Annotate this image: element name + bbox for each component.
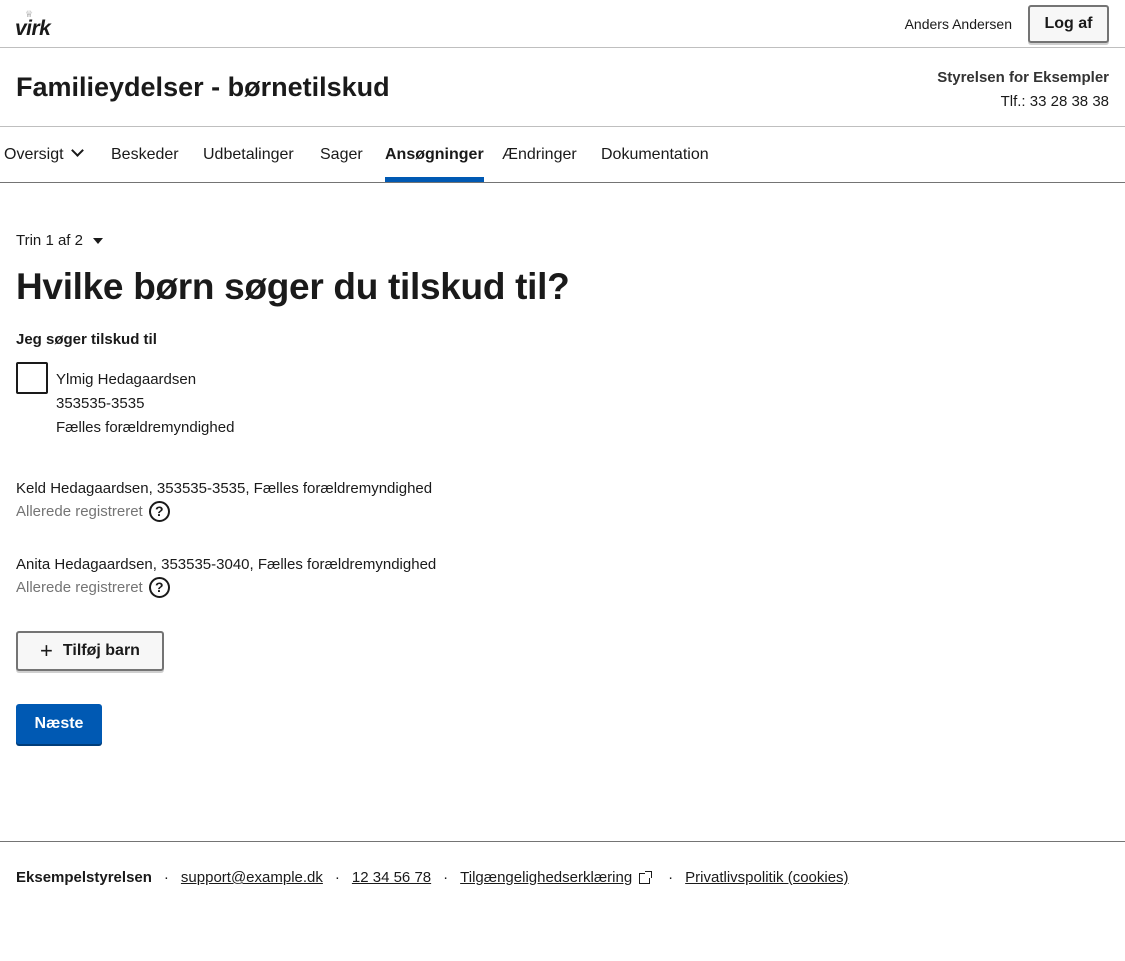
footer-email-link[interactable]: support@example.dk bbox=[181, 869, 323, 886]
plus-icon: + bbox=[40, 638, 53, 663]
external-link-icon bbox=[639, 871, 653, 884]
registered-child-text: Anita Hedagaardsen, 353535-3040, Fælles … bbox=[16, 556, 437, 573]
authority-phone: Tlf.: 33 28 38 38 bbox=[1000, 93, 1109, 110]
footer: Eksempelstyrelsen · support@example.dk ·… bbox=[0, 841, 1125, 961]
help-icon[interactable]: ? bbox=[148, 576, 170, 598]
next-button[interactable]: Næste bbox=[16, 704, 102, 744]
footer-org: Eksempelstyrelsen bbox=[16, 869, 152, 886]
service-title: Familieydelser - børnetilskud bbox=[16, 72, 390, 102]
selectable-child-info[interactable]: Ylmig Hedagaardsen 353535-3535 Fælles fo… bbox=[56, 368, 234, 440]
nav-item-label: Oversigt bbox=[4, 146, 64, 163]
registered-child: Keld Hedagaardsen, 353535-3535, Fælles f… bbox=[16, 478, 432, 522]
step-indicator[interactable]: Trin 1 af 2 bbox=[16, 232, 103, 249]
footer-accessibility-link[interactable]: Tilgængelighedserklæring bbox=[460, 869, 632, 886]
separator: · bbox=[443, 869, 449, 886]
step-label: Trin 1 af 2 bbox=[16, 232, 83, 249]
registered-status: Allerede registreret ? bbox=[16, 500, 432, 522]
logo-text: virk bbox=[15, 17, 51, 40]
footer-phone-link[interactable]: 12 34 56 78 bbox=[352, 869, 431, 886]
registered-child-text: Keld Hedagaardsen, 353535-3535, Fælles f… bbox=[16, 480, 433, 497]
nav-item-oversigt[interactable]: Oversigt bbox=[4, 127, 84, 182]
virk-logo[interactable]: ♕ virk bbox=[15, 10, 59, 40]
nav-item-dokumentation[interactable]: Dokumentation bbox=[601, 127, 709, 182]
registered-status-label: Allerede registreret bbox=[16, 578, 143, 596]
page-title: Hvilke børn søger du tilskud til? bbox=[16, 266, 570, 307]
child-checkbox[interactable] bbox=[16, 362, 48, 394]
separator: · bbox=[163, 869, 169, 886]
nav-item-sager[interactable]: Sager bbox=[320, 127, 363, 182]
registered-status: Allerede registreret ? bbox=[16, 576, 436, 598]
add-child-button[interactable]: + Tilføj barn bbox=[16, 631, 164, 671]
child-custody: Fælles forældremyndighed bbox=[56, 419, 235, 436]
nav-item-aendringer[interactable]: Ændringer bbox=[502, 127, 577, 182]
top-bar: ♕ virk Anders Andersen Log af bbox=[0, 0, 1125, 48]
footer-row: Eksempelstyrelsen · support@example.dk ·… bbox=[16, 869, 849, 886]
logout-button[interactable]: Log af bbox=[1028, 5, 1109, 43]
authority-name: Styrelsen for Eksempler bbox=[937, 69, 1109, 86]
nav-item-ansoegninger[interactable]: Ansøgninger bbox=[385, 127, 484, 182]
separator: · bbox=[334, 869, 340, 886]
child-cpr: 353535-3535 bbox=[56, 395, 145, 412]
registered-status-label: Allerede registreret bbox=[16, 502, 143, 520]
service-header: Familieydelser - børnetilskud Styrelsen … bbox=[0, 48, 1125, 127]
user-name: Anders Andersen bbox=[904, 16, 1012, 32]
footer-privacy-link[interactable]: Privatlivspolitik (cookies) bbox=[685, 869, 848, 886]
child-name: Ylmig Hedagaardsen bbox=[56, 371, 197, 388]
main-navigation: Oversigt Beskeder Udbetalinger Sager Ans… bbox=[0, 127, 1125, 183]
add-child-label: Tilføj barn bbox=[62, 642, 140, 659]
caret-down-icon bbox=[92, 238, 103, 244]
fieldset-legend: Jeg søger tilskud til bbox=[16, 331, 157, 348]
chevron-down-icon bbox=[70, 144, 84, 157]
nav-item-udbetalinger[interactable]: Udbetalinger bbox=[203, 127, 294, 182]
authority-info: Styrelsen for Eksempler Tlf.: 33 28 38 3… bbox=[937, 66, 1109, 114]
registered-child: Anita Hedagaardsen, 353535-3040, Fælles … bbox=[16, 554, 436, 598]
nav-item-beskeder[interactable]: Beskeder bbox=[111, 127, 179, 182]
help-icon[interactable]: ? bbox=[148, 500, 170, 522]
separator: · bbox=[668, 869, 674, 886]
